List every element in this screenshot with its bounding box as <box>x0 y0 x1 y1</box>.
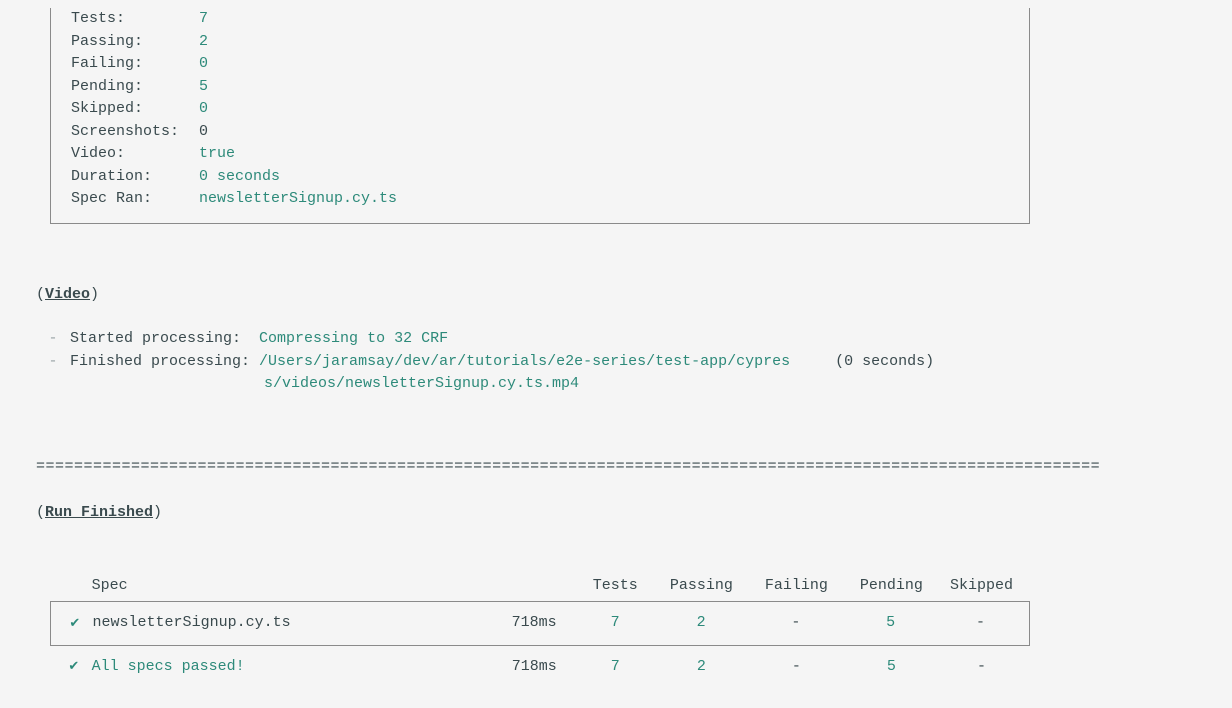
pending-count: 5 <box>843 612 938 635</box>
run-finished-header: (Run Finished) <box>36 502 1196 525</box>
results-stats-box: Tests: 7 Passing: 2 Failing: 0 Pending: … <box>50 8 1030 224</box>
skipped-count: - <box>938 612 1023 635</box>
bullet-icon: - <box>36 351 70 374</box>
stat-value: 7 <box>199 8 208 31</box>
table-header-row: Spec Tests Passing Failing Pending Skipp… <box>50 575 1030 602</box>
col-duration-header <box>448 575 577 598</box>
passing-count: 2 <box>654 656 749 679</box>
stat-label: Tests: <box>71 8 199 31</box>
video-finished-line: - Finished processing: /Users/jaramsay/d… <box>36 351 1196 374</box>
stat-label: Video: <box>71 143 199 166</box>
video-section-header: (Video) <box>36 284 1196 307</box>
started-value: Compressing to 32 CRF <box>259 328 448 351</box>
stat-label: Screenshots: <box>71 121 199 144</box>
finished-value-1: /Users/jaramsay/dev/ar/tutorials/e2e-ser… <box>259 351 790 374</box>
col-passing-header: Passing <box>654 575 749 598</box>
bullet-icon: - <box>36 328 70 351</box>
duration: 718ms <box>448 612 577 635</box>
spec-name: newsletterSignup.cy.ts <box>93 612 448 635</box>
stat-label: Duration: <box>71 166 199 189</box>
tests-count: 7 <box>577 612 654 635</box>
col-skipped-header: Skipped <box>939 575 1024 598</box>
started-label: Started processing: <box>70 328 241 351</box>
stat-label: Pending: <box>71 76 199 99</box>
failing-count: - <box>748 612 843 635</box>
checkmark-icon: ✔ <box>56 657 92 677</box>
checkmark-icon: ✔ <box>57 614 93 634</box>
video-finished-line2: s/videos/newsletterSignup.cy.ts.mp4 <box>36 373 1196 396</box>
results-table: Spec Tests Passing Failing Pending Skipp… <box>50 575 1030 689</box>
finished-timing: (0 seconds) <box>835 351 934 374</box>
failing-count: - <box>749 656 844 679</box>
col-failing-header: Failing <box>749 575 844 598</box>
section-divider: ========================================… <box>36 456 1196 479</box>
stat-video: Video: true <box>71 143 1009 166</box>
table-row: ✔ newsletterSignup.cy.ts 718ms 7 2 - 5 - <box>50 601 1030 646</box>
stat-label: Skipped: <box>71 98 199 121</box>
run-finished-title: Run Finished <box>45 504 153 521</box>
stat-label: Spec Ran: <box>71 188 199 211</box>
col-spec-header: Spec <box>92 575 448 598</box>
video-processing-lines: - Started processing: Compressing to 32 … <box>36 328 1196 396</box>
duration: 718ms <box>448 656 577 679</box>
skipped-count: - <box>939 656 1024 679</box>
finished-label: Finished processing: <box>70 351 250 374</box>
stat-tests: Tests: 7 <box>71 8 1009 31</box>
stat-value: true <box>199 143 235 166</box>
pending-count: 5 <box>844 656 939 679</box>
passing-count: 2 <box>654 612 749 635</box>
stat-value: 0 seconds <box>199 166 280 189</box>
stat-pending: Pending: 5 <box>71 76 1009 99</box>
stat-value: 5 <box>199 76 208 99</box>
stat-value: 0 <box>199 53 208 76</box>
stat-passing: Passing: 2 <box>71 31 1009 54</box>
col-check-header <box>56 575 92 598</box>
stat-value: 2 <box>199 31 208 54</box>
tests-count: 7 <box>577 656 654 679</box>
stat-duration: Duration: 0 seconds <box>71 166 1009 189</box>
stat-spec-ran: Spec Ran: newsletterSignup.cy.ts <box>71 188 1009 211</box>
table-summary-row: ✔ All specs passed! 718ms 7 2 - 5 - <box>50 646 1030 689</box>
video-title: Video <box>45 286 90 303</box>
col-tests-header: Tests <box>577 575 654 598</box>
col-pending-header: Pending <box>844 575 939 598</box>
stat-failing: Failing: 0 <box>71 53 1009 76</box>
stat-label: Passing: <box>71 31 199 54</box>
stat-value: newsletterSignup.cy.ts <box>199 188 397 211</box>
stat-screenshots: Screenshots: 0 <box>71 121 1009 144</box>
video-started-line: - Started processing: Compressing to 32 … <box>36 328 1196 351</box>
summary-text: All specs passed! <box>92 656 448 679</box>
stat-value: 0 <box>199 121 208 144</box>
finished-value-2: s/videos/newsletterSignup.cy.ts.mp4 <box>264 373 579 396</box>
stat-value: 0 <box>199 98 208 121</box>
stat-label: Failing: <box>71 53 199 76</box>
stat-skipped: Skipped: 0 <box>71 98 1009 121</box>
